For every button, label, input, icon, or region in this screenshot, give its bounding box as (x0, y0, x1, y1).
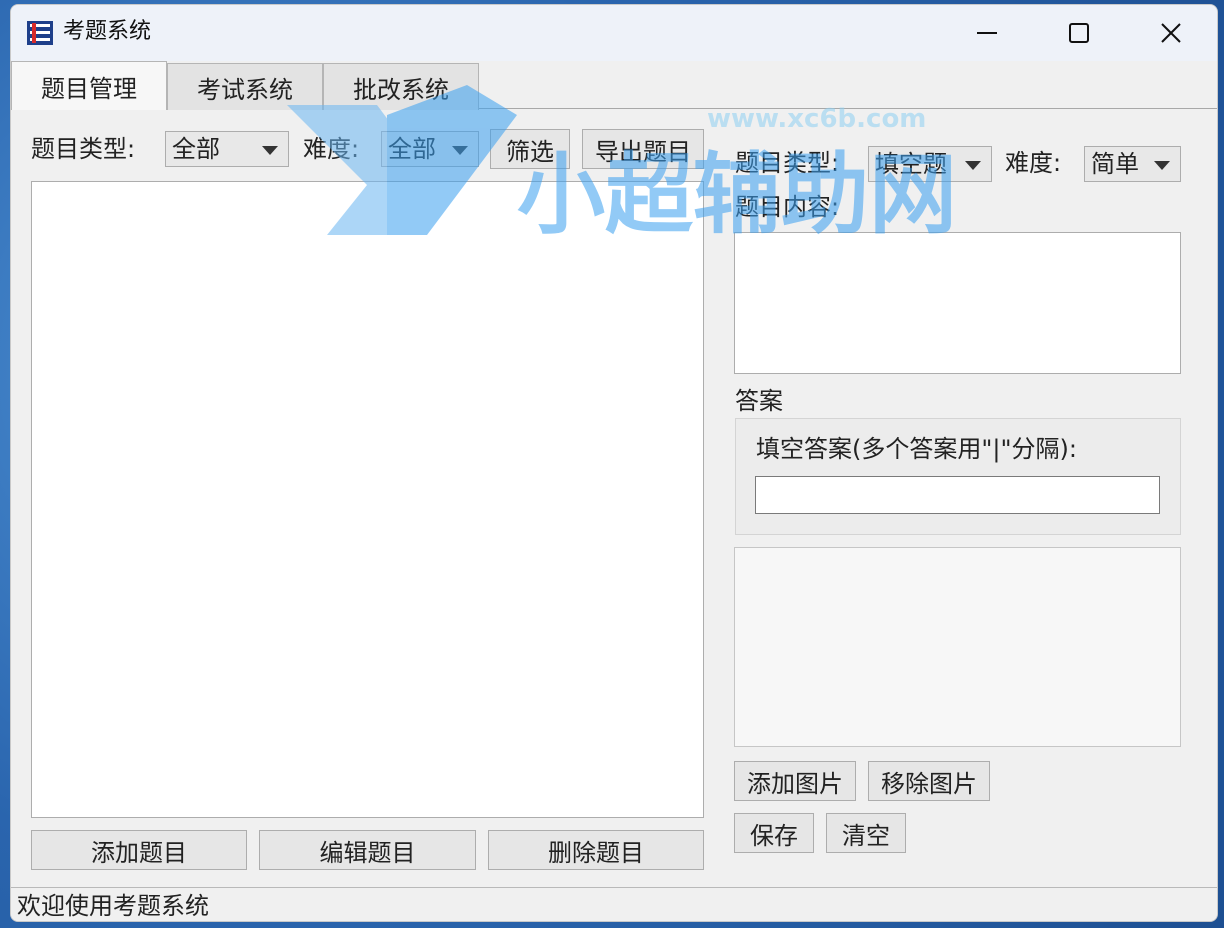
question-list[interactable] (31, 181, 704, 818)
app-icon (27, 21, 53, 45)
editor-type-value: 填空题 (875, 150, 947, 178)
editor-type-label: 题目类型: (735, 149, 840, 177)
app-window: 考题系统 题目管理 考试系统 批改系统 题目类型: 全部 难度: 全部 筛选 导… (10, 4, 1218, 922)
close-icon (1161, 23, 1181, 43)
chevron-down-icon (452, 146, 468, 155)
tab-exam-system[interactable]: 考试系统 (167, 63, 323, 110)
title-bar[interactable]: 考题系统 (11, 5, 1217, 61)
filter-type-select[interactable]: 全部 (165, 131, 289, 167)
filter-difficulty-value: 全部 (388, 135, 436, 163)
status-text: 欢迎使用考题系统 (17, 892, 209, 920)
tab-question-management[interactable]: 题目管理 (11, 61, 167, 110)
tab-bar: 题目管理 考试系统 批改系统 (11, 61, 1217, 110)
answer-group: 填空答案(多个答案用"|"分隔): (735, 418, 1181, 535)
content-label: 题目内容: (735, 193, 840, 221)
fill-answer-input[interactable] (755, 476, 1160, 514)
filter-difficulty-select[interactable]: 全部 (381, 131, 479, 167)
maximize-icon (1069, 23, 1089, 43)
status-bar: 欢迎使用考题系统 (11, 887, 1217, 921)
minimize-icon (977, 32, 997, 34)
save-button[interactable]: 保存 (734, 813, 814, 853)
answer-label: 答案 (735, 387, 783, 415)
add-question-button[interactable]: 添加题目 (31, 830, 247, 870)
tab-grading-system[interactable]: 批改系统 (323, 63, 479, 110)
chevron-down-icon (965, 161, 981, 170)
question-content-textarea[interactable] (734, 232, 1181, 374)
filter-type-value: 全部 (172, 135, 220, 163)
edit-question-button[interactable]: 编辑题目 (259, 830, 476, 870)
chevron-down-icon (262, 146, 278, 155)
editor-difficulty-value: 简单 (1091, 150, 1139, 178)
minimize-button[interactable] (941, 5, 1033, 61)
close-button[interactable] (1125, 5, 1217, 61)
remove-image-button[interactable]: 移除图片 (868, 761, 990, 801)
clear-button[interactable]: 清空 (826, 813, 906, 853)
fill-answer-label: 填空答案(多个答案用"|"分隔): (756, 435, 1077, 463)
editor-difficulty-label: 难度: (1005, 149, 1062, 177)
editor-type-select[interactable]: 填空题 (868, 146, 992, 182)
filter-button[interactable]: 筛选 (490, 129, 570, 169)
delete-question-button[interactable]: 删除题目 (488, 830, 704, 870)
chevron-down-icon (1154, 161, 1170, 170)
maximize-button[interactable] (1033, 5, 1125, 61)
editor-difficulty-select[interactable]: 简单 (1084, 146, 1181, 182)
window-title: 考题系统 (63, 19, 152, 44)
image-preview-area (734, 547, 1181, 747)
export-questions-button[interactable]: 导出题目 (582, 129, 704, 169)
add-image-button[interactable]: 添加图片 (734, 761, 856, 801)
filter-difficulty-label: 难度: (303, 135, 360, 163)
filter-type-label: 题目类型: (31, 135, 136, 163)
